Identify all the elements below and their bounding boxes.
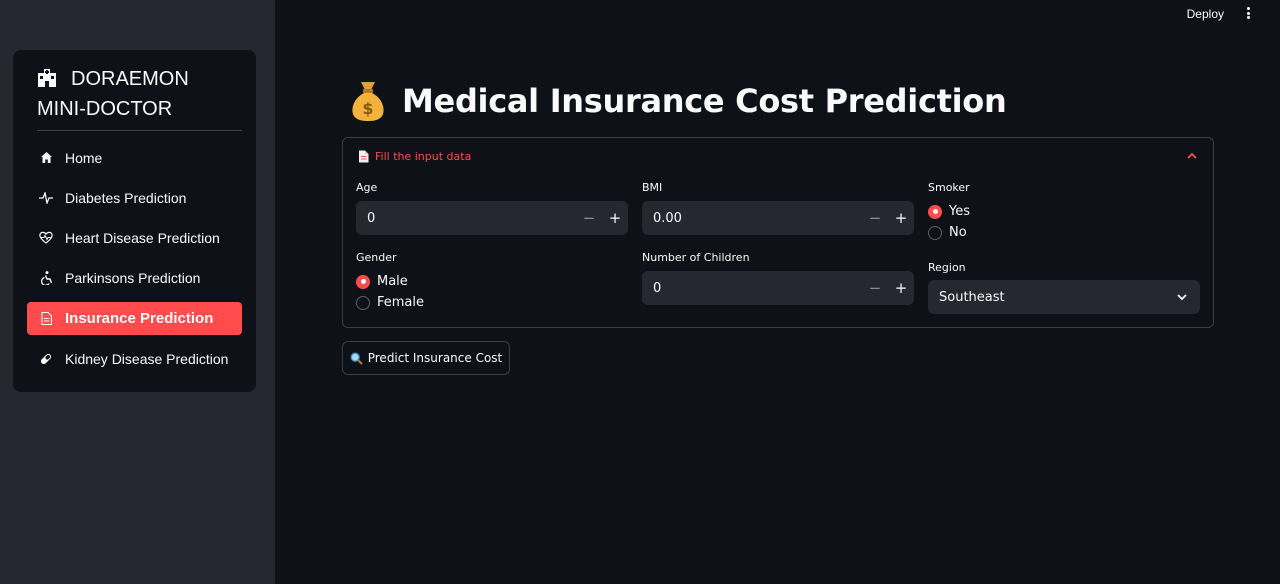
children-decrement-button[interactable]: − — [862, 271, 888, 305]
children-stepper: 0 − + — [642, 271, 914, 305]
radio-unselected-icon — [928, 225, 942, 240]
region-label: Region — [928, 261, 966, 274]
children-increment-button[interactable]: + — [888, 271, 914, 305]
predict-insurance-button[interactable]: Predict Insurance Cost — [342, 341, 510, 375]
kebab-menu-icon[interactable] — [1242, 6, 1254, 20]
radio-unselected-icon — [356, 295, 370, 310]
page-title-row: $ Medical Insurance Cost Prediction — [350, 80, 1007, 122]
capsule-icon — [39, 352, 53, 366]
age-label: Age — [356, 181, 378, 194]
sidebar-item-kidney[interactable]: Kidney Disease Prediction — [27, 342, 242, 375]
sidebar-item-label: Heart Disease Prediction — [65, 229, 220, 246]
smoker-radio-no[interactable]: No — [928, 225, 967, 240]
children-input[interactable]: 0 — [642, 281, 862, 296]
sidebar-item-label: Insurance Prediction — [65, 310, 214, 327]
main-content: Deploy $ Medical Insurance Cost Predicti… — [275, 0, 1280, 584]
expander-label: Fill the input data — [375, 150, 472, 163]
age-decrement-button[interactable]: − — [576, 201, 602, 235]
sidebar-item-heart[interactable]: Heart Disease Prediction — [27, 221, 242, 254]
sidebar: DORAEMON MINI-DOCTOR Home Diabetes Predi… — [0, 0, 275, 584]
svg-text:$: $ — [362, 99, 373, 118]
deploy-button[interactable]: Deploy — [1185, 6, 1226, 22]
brand-line1: DORAEMON — [71, 68, 189, 90]
sidebar-item-label: Home — [65, 149, 103, 166]
predict-button-label: Predict Insurance Cost — [367, 351, 503, 365]
magnifier-icon — [350, 352, 363, 365]
app-root: DORAEMON MINI-DOCTOR Home Diabetes Predi… — [0, 0, 1280, 584]
nav-menu: DORAEMON MINI-DOCTOR Home Diabetes Predi… — [13, 50, 256, 392]
document-icon — [39, 312, 53, 326]
sidebar-item-label: Kidney Disease Prediction — [65, 350, 229, 367]
radio-label: No — [949, 225, 967, 240]
bmi-input[interactable]: 0.00 — [642, 211, 862, 226]
activity-icon — [39, 191, 53, 205]
age-increment-button[interactable]: + — [602, 201, 628, 235]
age-input[interactable]: 0 — [356, 211, 576, 226]
sidebar-item-home[interactable]: Home — [27, 141, 242, 174]
gender-radio-male[interactable]: Male — [356, 274, 408, 289]
input-expander: Fill the input data Age 0 − + BMI 0.00 −… — [342, 137, 1214, 328]
bmi-label: BMI — [642, 181, 663, 194]
brand-divider — [37, 130, 242, 131]
heart-pulse-icon — [39, 231, 53, 245]
home-icon — [39, 151, 53, 165]
children-label: Number of Children — [642, 251, 750, 264]
expander-header[interactable]: Fill the input data — [358, 150, 471, 163]
radio-label: Female — [377, 295, 425, 310]
age-stepper: 0 − + — [356, 201, 628, 235]
sidebar-item-diabetes[interactable]: Diabetes Prediction — [27, 181, 242, 214]
money-bag-icon: $ — [352, 82, 384, 121]
chevron-up-icon[interactable] — [1185, 149, 1199, 163]
document-icon — [359, 150, 369, 163]
bmi-decrement-button[interactable]: − — [862, 201, 888, 235]
page-title: Medical Insurance Cost Prediction — [402, 82, 1007, 120]
region-select[interactable]: Southeast — [928, 280, 1200, 314]
region-selected-value: Southeast — [939, 289, 1005, 305]
hospital-icon — [38, 69, 56, 87]
radio-label: Yes — [949, 204, 970, 219]
smoker-label: Smoker — [928, 181, 970, 194]
gender-radio-female[interactable]: Female — [356, 295, 424, 310]
sidebar-item-label: Parkinsons Prediction — [65, 269, 201, 286]
smoker-radio-yes[interactable]: Yes — [928, 204, 970, 219]
brand-title: DORAEMON MINI-DOCTOR — [37, 64, 237, 124]
sidebar-item-insurance[interactable]: Insurance Prediction — [27, 302, 242, 335]
radio-selected-icon — [356, 274, 370, 289]
radio-selected-icon — [928, 204, 942, 219]
bmi-stepper: 0.00 − + — [642, 201, 914, 235]
radio-label: Male — [377, 274, 408, 289]
bmi-increment-button[interactable]: + — [888, 201, 914, 235]
accessibility-icon — [39, 270, 53, 285]
brand-line2: MINI-DOCTOR — [37, 98, 173, 120]
sidebar-item-label: Diabetes Prediction — [65, 189, 187, 206]
sidebar-item-parkinsons[interactable]: Parkinsons Prediction — [27, 261, 242, 294]
gender-label: Gender — [356, 251, 397, 264]
chevron-down-icon — [1177, 294, 1187, 301]
